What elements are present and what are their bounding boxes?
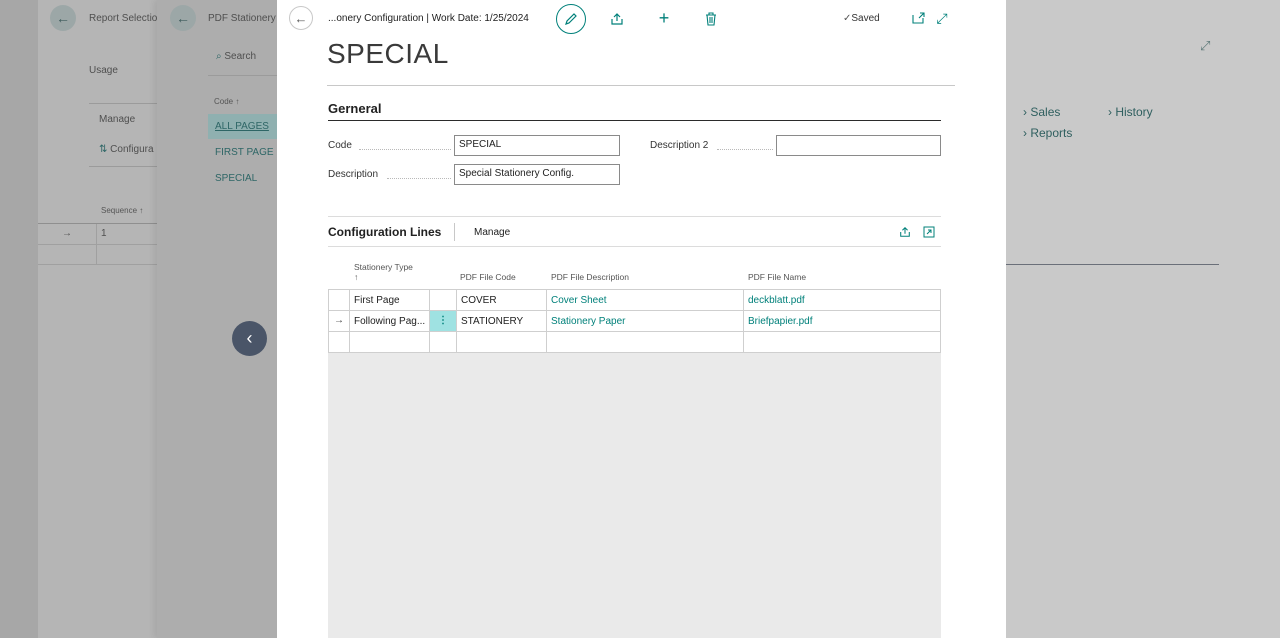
expand-icon[interactable]: ⤢ <box>933 9 951 27</box>
row-more-options-icon[interactable]: ⋮ <box>430 311 457 332</box>
stationery-type-cell[interactable]: First Page <box>350 290 430 311</box>
sequence-header[interactable]: Sequence ↑ <box>101 206 143 215</box>
divider <box>38 244 157 245</box>
search-icon: ⌕ <box>216 51 222 62</box>
stationery-type-cell[interactable] <box>350 332 430 353</box>
sales-label: Sales <box>1030 105 1061 119</box>
stationery-configuration-dialog: ← ...onery Configuration | Work Date: 1/… <box>277 0 1006 638</box>
background-left-strip <box>0 0 38 638</box>
divider <box>208 75 277 76</box>
stationery-type-cell[interactable]: Following Pag... <box>350 311 430 332</box>
sequence-value[interactable]: 1 <box>101 228 107 239</box>
divider <box>328 246 941 247</box>
divider <box>328 216 941 217</box>
edit-pencil-icon[interactable] <box>556 4 586 34</box>
stationery-type-header[interactable]: Stationery Type ↑ <box>354 262 413 282</box>
divider <box>38 223 157 224</box>
configure-button[interactable]: ⇅ Configura <box>99 144 154 155</box>
history-label: History <box>1115 105 1153 119</box>
search-label: Search <box>224 51 257 62</box>
pdf-file-name-cell[interactable] <box>744 332 941 353</box>
pdf-file-code-cell[interactable] <box>457 332 547 353</box>
expand-icon[interactable]: ⤢ <box>1200 38 1210 54</box>
reports-label: Reports <box>1030 126 1073 140</box>
open-new-window-icon[interactable] <box>910 10 926 26</box>
pdf-file-name-cell[interactable]: Briefpapier.pdf <box>744 311 941 332</box>
description-field[interactable]: Special Stationery Config. <box>454 164 620 185</box>
lines-grid: First Page COVER Cover Sheet deckblatt.p… <box>328 289 941 638</box>
pdf-file-description-cell[interactable]: Stationery Paper <box>547 311 744 332</box>
section-underline <box>328 120 941 121</box>
saved-status: ✓Saved <box>843 13 880 24</box>
pdf-file-name-header[interactable]: PDF File Name <box>748 272 806 282</box>
pdf-file-name-cell[interactable]: deckblatt.pdf <box>744 290 941 311</box>
row-action-cell[interactable] <box>430 290 457 311</box>
manage-tab[interactable]: Manage <box>474 227 510 238</box>
pdf-file-description-cell[interactable] <box>547 332 744 353</box>
description2-field[interactable] <box>776 135 941 156</box>
configure-label: Configura <box>110 144 154 155</box>
code-list-item[interactable]: ALL PAGES <box>215 121 269 132</box>
back-arrow-icon[interactable]: ← <box>50 5 76 31</box>
section-title[interactable]: Gerneral <box>328 101 381 116</box>
add-icon[interactable]: + <box>654 8 674 28</box>
code-header[interactable]: Code ↑ <box>214 97 239 106</box>
divider <box>327 85 955 86</box>
pdf-file-code-header[interactable]: PDF File Code <box>460 272 516 282</box>
label-leader-dots <box>717 149 773 150</box>
delete-icon[interactable] <box>701 9 721 29</box>
code-list-item[interactable]: SPECIAL <box>215 173 257 184</box>
back-arrow-icon[interactable]: ← <box>170 5 196 31</box>
page-title: SPECIAL <box>327 38 449 69</box>
pdf-file-description-header[interactable]: PDF File Description <box>551 272 629 282</box>
row-indicator[interactable] <box>328 332 350 353</box>
share-icon[interactable] <box>607 9 627 29</box>
description2-label: Description 2 <box>650 140 709 151</box>
divider <box>96 224 97 264</box>
chevron-right-icon: › <box>1108 105 1112 119</box>
configure-icon: ⇅ <box>99 144 108 155</box>
label-leader-dots <box>359 149 451 150</box>
usage-label: Usage <box>89 65 118 76</box>
history-link[interactable]: › History <box>1108 105 1153 119</box>
stationery-type-header-label: Stationery Type <box>354 262 413 272</box>
code-field[interactable]: SPECIAL <box>454 135 620 156</box>
saved-label: Saved <box>851 13 880 24</box>
back-arrow-icon[interactable]: ← <box>289 6 313 30</box>
focus-mode-icon[interactable] <box>921 224 937 240</box>
row-arrow-icon: → <box>62 228 72 239</box>
search-button[interactable]: ⌕ Search <box>216 51 256 62</box>
divider <box>38 264 157 265</box>
lines-title[interactable]: Configuration Lines <box>328 225 441 239</box>
row-indicator[interactable] <box>328 290 350 311</box>
row-action-cell[interactable] <box>430 332 457 353</box>
sales-link[interactable]: › Sales <box>1023 105 1060 119</box>
code-list-item[interactable]: FIRST PAGE <box>215 147 274 158</box>
pdf-file-code-cell[interactable]: STATIONERY <box>457 311 547 332</box>
reports-link[interactable]: › Reports <box>1023 126 1072 140</box>
divider <box>1006 264 1219 265</box>
chevron-right-icon: › <box>1023 126 1027 140</box>
row-arrow-icon[interactable]: → <box>328 311 350 332</box>
manage-tab[interactable]: Manage <box>99 114 135 125</box>
description-label: Description <box>328 169 379 180</box>
sort-ascending-icon: ↑ <box>354 272 359 282</box>
previous-chevron-icon[interactable]: ‹ <box>232 321 267 356</box>
label-leader-dots <box>387 178 451 179</box>
divider <box>89 103 157 104</box>
chevron-right-icon: › <box>1023 105 1027 119</box>
pdf-file-code-cell[interactable]: COVER <box>457 290 547 311</box>
share-icon[interactable] <box>897 224 913 240</box>
code-label: Code <box>328 140 352 151</box>
panel-title: Report Selectio <box>89 13 158 24</box>
pdf-file-description-cell[interactable]: Cover Sheet <box>547 290 744 311</box>
divider <box>89 166 157 167</box>
divider <box>454 223 455 241</box>
breadcrumb: ...onery Configuration | Work Date: 1/25… <box>328 13 529 24</box>
panel-title: PDF Stationery <box>208 13 276 24</box>
